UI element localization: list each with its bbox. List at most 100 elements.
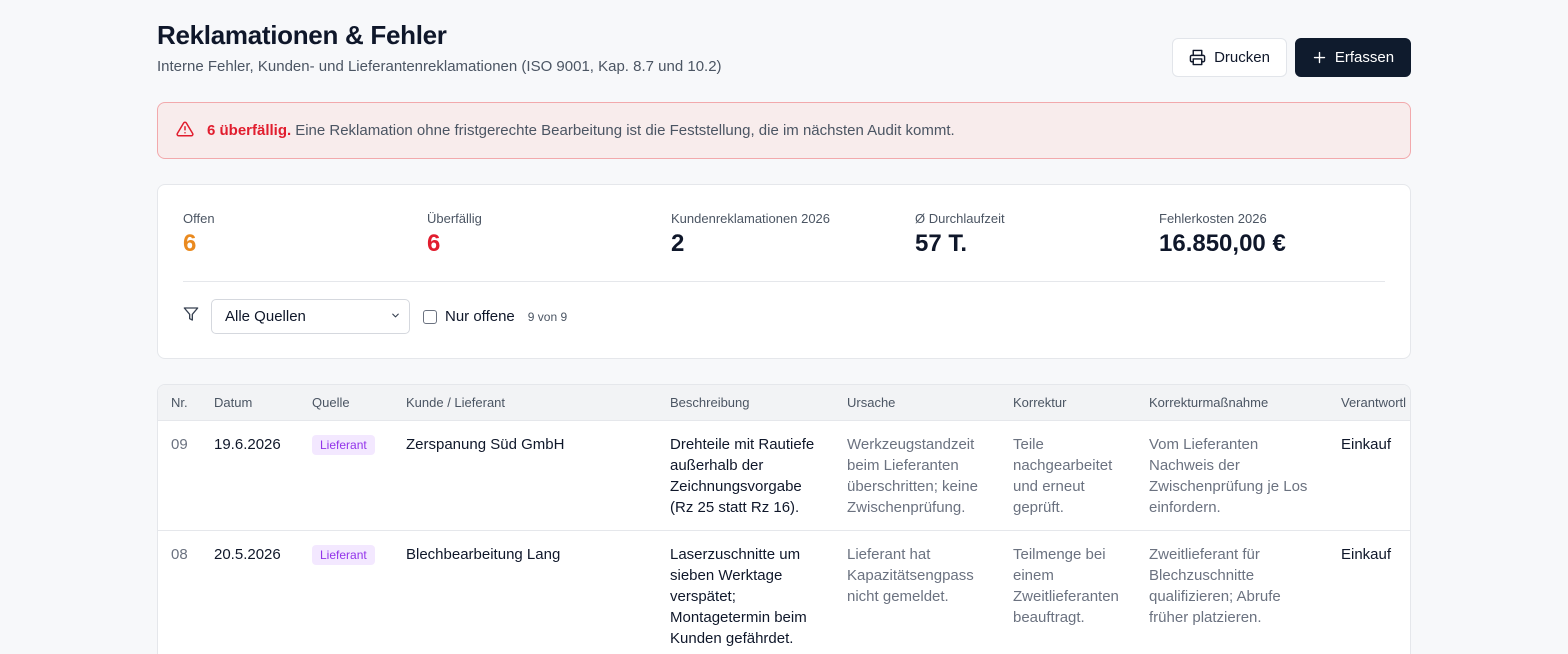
col-massnahme[interactable]: Korrekturmaßnahme [1149, 395, 1268, 410]
text-line: Zeichnungsvorgabe [670, 478, 802, 495]
text-line: beauftragt. [1013, 609, 1085, 626]
filter-icon [183, 306, 199, 327]
cell-massnahme: Zweitlieferant für Blechzuschnitte quali… [1149, 544, 1281, 628]
text-line: Zweitlieferanten [1013, 588, 1119, 605]
text-line: Nachweis der [1149, 457, 1240, 474]
text-line: nicht gemeldet. [847, 588, 949, 605]
warning-icon [176, 120, 194, 142]
stat-label: Ø Durchlaufzeit [915, 211, 1005, 226]
only-open-checkbox[interactable] [423, 309, 437, 324]
text-line: Laserzuschnitte um [670, 546, 801, 563]
source-badge: Lieferant [312, 435, 375, 455]
text-line: Blechzuschnitte [1149, 567, 1255, 584]
col-korrektur[interactable]: Korrektur [1013, 395, 1066, 410]
cell-ursache: Werkzeugstandzeit beim Lieferanten übers… [847, 434, 978, 518]
col-datum[interactable]: Datum [214, 395, 252, 410]
source-select[interactable]: Alle Quellen [211, 299, 410, 334]
divider [183, 281, 1385, 282]
table-row[interactable]: 08 20.5.2026 Lieferant Blechbearbeitung … [158, 531, 1410, 654]
stat-customer-complaints: Kundenreklamationen 2026 2 [671, 211, 830, 258]
stat-value: 2 [671, 230, 685, 257]
text-line: geprüft. [1013, 499, 1064, 516]
stat-lead-time: Ø Durchlaufzeit 57 T. [915, 211, 1005, 258]
stat-label: Überfällig [427, 211, 482, 226]
table-row[interactable]: 09 19.6.2026 Lieferant Zerspanung Süd Gm… [158, 421, 1410, 531]
stat-label: Fehlerkosten 2026 [1159, 211, 1267, 226]
text-line: verspätet; [670, 588, 736, 605]
plus-icon [1312, 50, 1327, 65]
page-subtitle: Interne Fehler, Kunden- und Lieferantenr… [157, 58, 722, 75]
text-line: Zweitlieferant für [1149, 546, 1260, 563]
text-line: Kunden gefährdet. [670, 630, 794, 647]
cell-datum: 20.5.2026 [214, 546, 281, 563]
text-line: sieben Werktage [670, 567, 783, 584]
alert-text: Eine Reklamation ohne fristgerechte Bear… [295, 122, 955, 139]
source-badge: Lieferant [312, 545, 375, 565]
page: Reklamationen & Fehler Interne Fehler, K… [0, 0, 1568, 654]
printer-icon [1189, 49, 1206, 66]
alert-message: 6 überfällig. Eine Reklamation ohne frist… [207, 122, 955, 139]
cell-massnahme: Vom Lieferanten Nachweis der Zwischenprü… [1149, 434, 1307, 518]
overdue-alert: 6 überfällig. Eine Reklamation ohne frist… [157, 102, 1411, 159]
col-beschreibung[interactable]: Beschreibung [670, 395, 750, 410]
stat-error-costs: Fehlerkosten 2026 16.850,00 € [1159, 211, 1286, 258]
text-line: qualifizieren; Abrufe [1149, 588, 1281, 605]
text-line: Zwischenprüfung. [847, 499, 966, 516]
text-line: Vom Lieferanten [1149, 436, 1259, 453]
stat-value: 6 [183, 230, 197, 257]
text-line: nachgearbeitet [1013, 457, 1113, 474]
stat-value: 57 T. [915, 230, 968, 257]
cell-ursache: Lieferant hat Kapazitätsengpass nicht ge… [847, 544, 974, 607]
col-quelle[interactable]: Quelle [312, 395, 350, 410]
text-line: Lieferant hat [847, 546, 931, 563]
cell-korrektur: Teile nachgearbeitet und erneut geprüft. [1013, 434, 1112, 518]
print-button-label: Drucken [1214, 49, 1270, 66]
text-line: einem [1013, 567, 1054, 584]
text-line: Drehteile mit Rautiefe [670, 436, 815, 453]
cell-beschreibung: Drehteile mit Rautiefe außerhalb der Zei… [670, 434, 814, 518]
chevron-down-icon [390, 308, 401, 325]
stat-label: Kundenreklamationen 2026 [671, 211, 831, 226]
text-line: früher platzieren. [1149, 609, 1262, 626]
page-title: Reklamationen & Fehler [157, 20, 447, 50]
source-select-value: Alle Quellen [225, 308, 306, 325]
text-line: überschritten; keine [847, 478, 978, 495]
alert-strong: 6 überfällig. [207, 122, 292, 139]
print-button[interactable]: Drucken [1172, 38, 1287, 77]
cell-nr: 08 [171, 546, 188, 563]
text-line: Teilmenge bei [1013, 546, 1106, 563]
add-button-label: Erfassen [1334, 49, 1395, 66]
stat-label: Offen [183, 211, 215, 226]
table-header: Nr. Datum Quelle Kunde / Lieferant Besch… [158, 385, 1410, 421]
text-line: Teile [1013, 436, 1044, 453]
stat-open: Offen 6 [183, 211, 215, 258]
text-line: einfordern. [1149, 499, 1221, 516]
cell-partner: Zerspanung Süd GmbH [406, 436, 565, 453]
add-button[interactable]: Erfassen [1295, 38, 1411, 77]
cell-partner: Blechbearbeitung Lang [406, 546, 561, 563]
col-partner[interactable]: Kunde / Lieferant [406, 395, 505, 410]
cell-verantwortlich: Einkauf [1341, 436, 1392, 453]
complaints-table: Nr. Datum Quelle Kunde / Lieferant Besch… [157, 384, 1411, 654]
text-line: und erneut [1013, 478, 1085, 495]
text-line: Werkzeugstandzeit [847, 436, 975, 453]
col-ursache[interactable]: Ursache [847, 395, 895, 410]
cell-nr: 09 [171, 436, 188, 453]
text-line: Kapazitätsengpass [847, 567, 974, 584]
filter-row: Alle Quellen Nur offene 9 von 9 [183, 299, 567, 334]
text-line: außerhalb der [670, 457, 764, 474]
cell-korrektur: Teilmenge bei einem Zweitlieferanten bea… [1013, 544, 1119, 628]
cell-beschreibung: Laserzuschnitte um sieben Werktage versp… [670, 544, 807, 649]
col-verantwortlich[interactable]: Verantwortl [1341, 395, 1406, 410]
cell-verantwortlich: Einkauf [1341, 546, 1392, 563]
text-line: Montagetermin beim [670, 609, 807, 626]
result-count: 9 von 9 [527, 309, 568, 324]
only-open-label[interactable]: Nur offene [445, 308, 515, 325]
text-line: Zwischenprüfung je Los [1149, 478, 1308, 495]
text-line: (Rz 25 statt Rz 16). [670, 499, 800, 516]
text-line: beim Lieferanten [847, 457, 959, 474]
stats-card: Offen 6 Überfällig 6 Kundenreklamationen… [157, 184, 1411, 359]
col-nr[interactable]: Nr. [171, 395, 188, 410]
stat-overdue: Überfällig 6 [427, 211, 482, 258]
cell-datum: 19.6.2026 [214, 436, 281, 453]
